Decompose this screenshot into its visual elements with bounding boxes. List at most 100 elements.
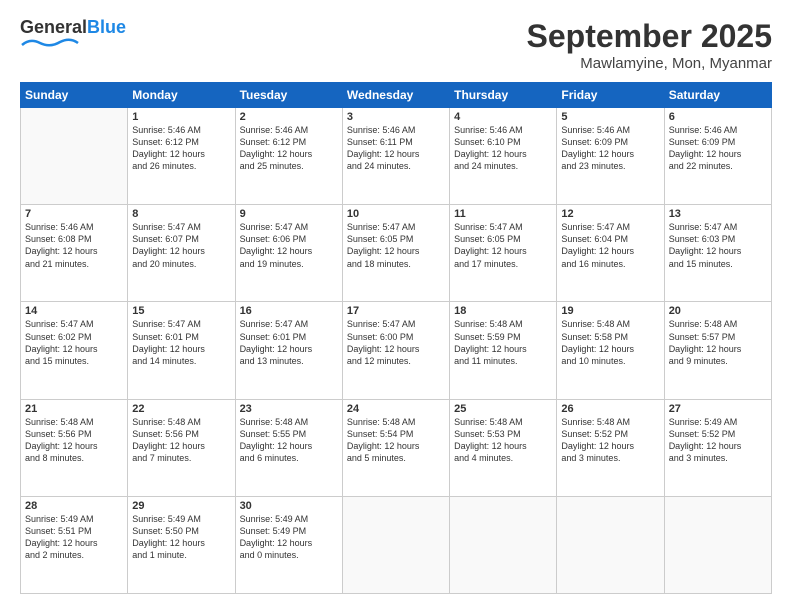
day-info: Sunrise: 5:47 AM Sunset: 6:06 PM Dayligh… [240,221,338,270]
day-info: Sunrise: 5:48 AM Sunset: 5:59 PM Dayligh… [454,318,552,367]
day-info: Sunrise: 5:47 AM Sunset: 6:00 PM Dayligh… [347,318,445,367]
day-info: Sunrise: 5:46 AM Sunset: 6:08 PM Dayligh… [25,221,123,270]
calendar-day-18: 18Sunrise: 5:48 AM Sunset: 5:59 PM Dayli… [450,302,557,399]
calendar-day-25: 25Sunrise: 5:48 AM Sunset: 5:53 PM Dayli… [450,399,557,496]
day-number: 30 [240,500,338,512]
day-info: Sunrise: 5:46 AM Sunset: 6:12 PM Dayligh… [132,124,230,173]
day-number: 24 [347,403,445,415]
day-number: 23 [240,403,338,415]
day-info: Sunrise: 5:48 AM Sunset: 5:56 PM Dayligh… [25,416,123,465]
day-info: Sunrise: 5:47 AM Sunset: 6:02 PM Dayligh… [25,318,123,367]
calendar-day-7: 7Sunrise: 5:46 AM Sunset: 6:08 PM Daylig… [21,205,128,302]
logo: GeneralBlue [20,18,126,57]
day-info: Sunrise: 5:46 AM Sunset: 6:11 PM Dayligh… [347,124,445,173]
day-info: Sunrise: 5:47 AM Sunset: 6:01 PM Dayligh… [240,318,338,367]
calendar-day-12: 12Sunrise: 5:47 AM Sunset: 6:04 PM Dayli… [557,205,664,302]
calendar-day-13: 13Sunrise: 5:47 AM Sunset: 6:03 PM Dayli… [664,205,771,302]
day-info: Sunrise: 5:48 AM Sunset: 5:56 PM Dayligh… [132,416,230,465]
month-title: September 2025 [527,18,772,55]
calendar-week-3: 14Sunrise: 5:47 AM Sunset: 6:02 PM Dayli… [21,302,772,399]
calendar-day-21: 21Sunrise: 5:48 AM Sunset: 5:56 PM Dayli… [21,399,128,496]
day-info: Sunrise: 5:49 AM Sunset: 5:52 PM Dayligh… [669,416,767,465]
day-number: 27 [669,403,767,415]
calendar-day-1: 1Sunrise: 5:46 AM Sunset: 6:12 PM Daylig… [128,108,235,205]
day-number: 18 [454,305,552,317]
calendar-day-23: 23Sunrise: 5:48 AM Sunset: 5:55 PM Dayli… [235,399,342,496]
day-number: 15 [132,305,230,317]
day-number: 19 [561,305,659,317]
day-number: 9 [240,208,338,220]
day-number: 1 [132,111,230,123]
day-of-week-friday: Friday [557,83,664,108]
day-of-week-saturday: Saturday [664,83,771,108]
title-block: September 2025 Mawlamyine, Mon, Myanmar [527,18,772,72]
day-number: 13 [669,208,767,220]
calendar-day-30: 30Sunrise: 5:49 AM Sunset: 5:49 PM Dayli… [235,496,342,593]
calendar-day-29: 29Sunrise: 5:49 AM Sunset: 5:50 PM Dayli… [128,496,235,593]
calendar-day-17: 17Sunrise: 5:47 AM Sunset: 6:00 PM Dayli… [342,302,449,399]
calendar-day-9: 9Sunrise: 5:47 AM Sunset: 6:06 PM Daylig… [235,205,342,302]
calendar-day-2: 2Sunrise: 5:46 AM Sunset: 6:12 PM Daylig… [235,108,342,205]
day-number: 21 [25,403,123,415]
day-info: Sunrise: 5:47 AM Sunset: 6:03 PM Dayligh… [669,221,767,270]
day-number: 26 [561,403,659,415]
calendar-empty [342,496,449,593]
day-number: 11 [454,208,552,220]
day-info: Sunrise: 5:48 AM Sunset: 5:57 PM Dayligh… [669,318,767,367]
day-info: Sunrise: 5:47 AM Sunset: 6:04 PM Dayligh… [561,221,659,270]
day-info: Sunrise: 5:47 AM Sunset: 6:07 PM Dayligh… [132,221,230,270]
day-number: 10 [347,208,445,220]
day-of-week-sunday: Sunday [21,83,128,108]
calendar-day-15: 15Sunrise: 5:47 AM Sunset: 6:01 PM Dayli… [128,302,235,399]
day-number: 25 [454,403,552,415]
calendar-day-5: 5Sunrise: 5:46 AM Sunset: 6:09 PM Daylig… [557,108,664,205]
day-number: 7 [25,208,123,220]
day-info: Sunrise: 5:46 AM Sunset: 6:10 PM Dayligh… [454,124,552,173]
day-number: 16 [240,305,338,317]
day-of-week-monday: Monday [128,83,235,108]
day-number: 20 [669,305,767,317]
header: GeneralBlue September 2025 Mawlamyine, M… [20,18,772,72]
day-info: Sunrise: 5:48 AM Sunset: 5:54 PM Dayligh… [347,416,445,465]
day-of-week-thursday: Thursday [450,83,557,108]
calendar-day-19: 19Sunrise: 5:48 AM Sunset: 5:58 PM Dayli… [557,302,664,399]
calendar-header-row: SundayMondayTuesdayWednesdayThursdayFrid… [21,83,772,108]
calendar-day-11: 11Sunrise: 5:47 AM Sunset: 6:05 PM Dayli… [450,205,557,302]
logo-blue-text: Blue [87,17,126,37]
day-info: Sunrise: 5:47 AM Sunset: 6:01 PM Dayligh… [132,318,230,367]
location: Mawlamyine, Mon, Myanmar [527,55,772,72]
day-number: 6 [669,111,767,123]
calendar-day-16: 16Sunrise: 5:47 AM Sunset: 6:01 PM Dayli… [235,302,342,399]
calendar-week-2: 7Sunrise: 5:46 AM Sunset: 6:08 PM Daylig… [21,205,772,302]
logo-icon [20,38,80,52]
calendar-empty [557,496,664,593]
day-info: Sunrise: 5:46 AM Sunset: 6:09 PM Dayligh… [669,124,767,173]
day-number: 29 [132,500,230,512]
calendar-week-5: 28Sunrise: 5:49 AM Sunset: 5:51 PM Dayli… [21,496,772,593]
calendar-day-4: 4Sunrise: 5:46 AM Sunset: 6:10 PM Daylig… [450,108,557,205]
day-of-week-tuesday: Tuesday [235,83,342,108]
day-number: 17 [347,305,445,317]
calendar-empty [21,108,128,205]
calendar-week-4: 21Sunrise: 5:48 AM Sunset: 5:56 PM Dayli… [21,399,772,496]
day-number: 3 [347,111,445,123]
calendar-week-1: 1Sunrise: 5:46 AM Sunset: 6:12 PM Daylig… [21,108,772,205]
day-info: Sunrise: 5:48 AM Sunset: 5:53 PM Dayligh… [454,416,552,465]
calendar-day-6: 6Sunrise: 5:46 AM Sunset: 6:09 PM Daylig… [664,108,771,205]
calendar-day-8: 8Sunrise: 5:47 AM Sunset: 6:07 PM Daylig… [128,205,235,302]
calendar-day-10: 10Sunrise: 5:47 AM Sunset: 6:05 PM Dayli… [342,205,449,302]
calendar-day-14: 14Sunrise: 5:47 AM Sunset: 6:02 PM Dayli… [21,302,128,399]
day-number: 2 [240,111,338,123]
logo-text: GeneralBlue [20,18,126,38]
calendar-empty [664,496,771,593]
calendar-day-22: 22Sunrise: 5:48 AM Sunset: 5:56 PM Dayli… [128,399,235,496]
day-info: Sunrise: 5:47 AM Sunset: 6:05 PM Dayligh… [347,221,445,270]
day-of-week-wednesday: Wednesday [342,83,449,108]
day-info: Sunrise: 5:48 AM Sunset: 5:55 PM Dayligh… [240,416,338,465]
calendar-table: SundayMondayTuesdayWednesdayThursdayFrid… [20,82,772,594]
logo-general: General [20,17,87,37]
calendar-day-24: 24Sunrise: 5:48 AM Sunset: 5:54 PM Dayli… [342,399,449,496]
day-number: 22 [132,403,230,415]
day-number: 8 [132,208,230,220]
day-info: Sunrise: 5:46 AM Sunset: 6:09 PM Dayligh… [561,124,659,173]
